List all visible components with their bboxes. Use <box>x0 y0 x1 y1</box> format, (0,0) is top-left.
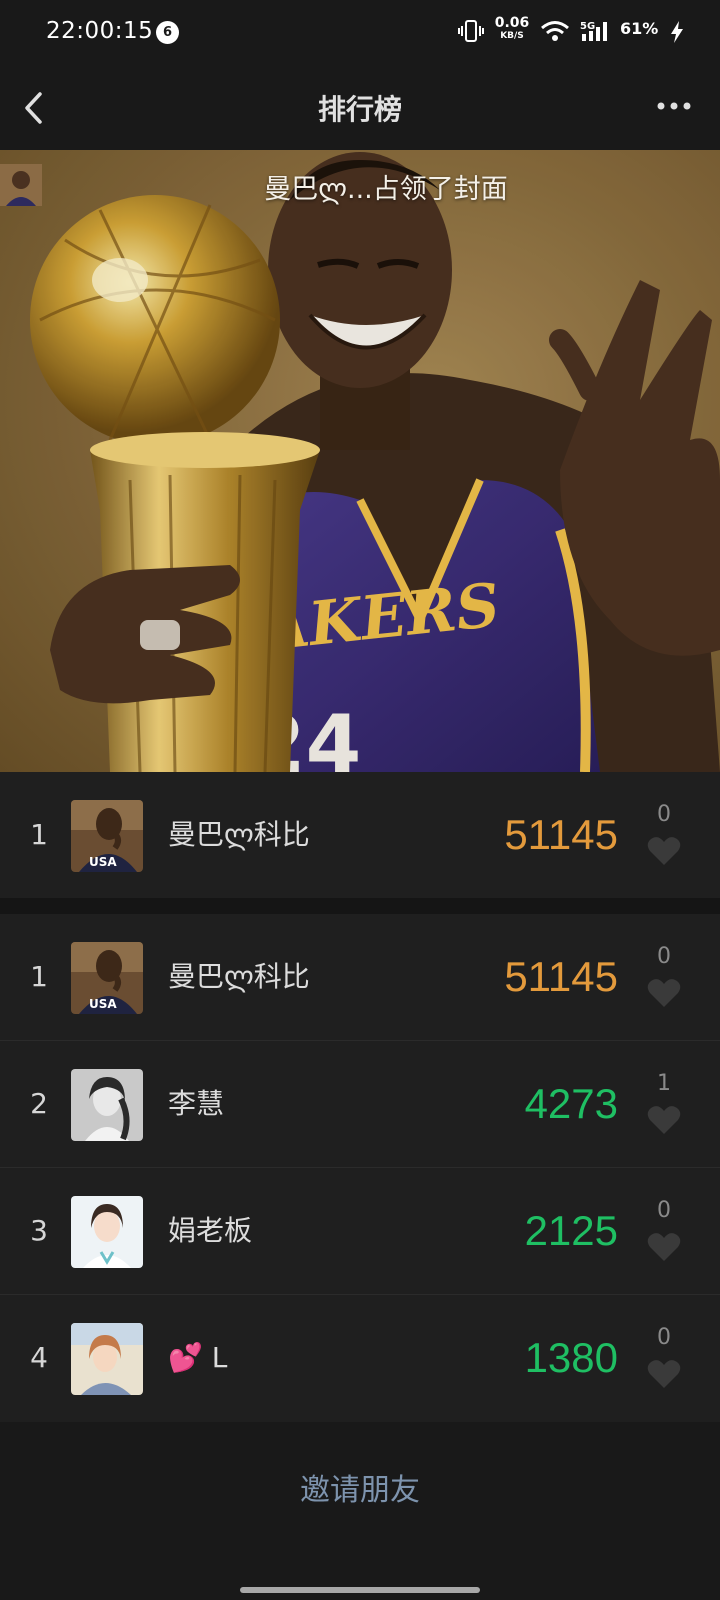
cover-image[interactable]: AKERS 24 曼巴ლ...占领了封面 <box>0 150 720 772</box>
rank-number: 3 <box>30 1214 48 1247</box>
nav-header: 排行榜 <box>0 64 720 150</box>
battery-level: 61% <box>620 19 659 38</box>
page-title: 排行榜 <box>317 93 402 126</box>
heart-icon <box>647 1233 681 1261</box>
notification-count-badge: 6 <box>156 21 179 44</box>
cover-owner-avatar <box>0 164 254 207</box>
user-name: 曼巴ლ科比 <box>168 960 310 993</box>
step-count: 51145 <box>504 811 618 858</box>
like-count: 0 <box>657 802 671 827</box>
step-count: 1380 <box>524 1334 618 1381</box>
heart-icon <box>647 979 681 1007</box>
like-button[interactable]: 0 <box>644 802 684 872</box>
heart-icon <box>647 1106 681 1134</box>
heart-icon <box>647 1360 681 1388</box>
ranking-row[interactable]: 1 USA 曼巴ლ科比 51145 0 <box>0 914 720 1041</box>
avatar[interactable] <box>71 1196 143 1268</box>
invite-friends-link[interactable]: 邀请朋友 <box>0 1465 720 1509</box>
rank-number: 4 <box>30 1341 48 1374</box>
svg-text:USA: USA <box>89 855 117 869</box>
like-button[interactable]: 0 <box>644 1198 684 1268</box>
net-speed: 0.06 KB/S <box>494 15 530 41</box>
user-name: 李慧 <box>168 1087 225 1120</box>
cover-caption: 曼巴ლ...占领了封面 <box>0 164 720 208</box>
avatar[interactable]: USA <box>71 942 143 1014</box>
rank-number: 1 <box>30 960 48 993</box>
step-count: 51145 <box>504 953 618 1000</box>
user-name: 曼巴ლ科比 <box>168 818 310 851</box>
svg-text:5G: 5G <box>580 21 595 32</box>
like-count: 0 <box>657 1198 671 1223</box>
step-count: 4273 <box>524 1080 618 1127</box>
ranking-row[interactable]: 2 李慧 4273 1 <box>0 1041 720 1168</box>
more-options-icon[interactable] <box>656 94 692 122</box>
ranking-row[interactable]: 4 💕 L 1380 0 <box>0 1295 720 1422</box>
avatar[interactable]: USA <box>71 800 143 872</box>
home-indicator[interactable] <box>240 1587 480 1593</box>
like-count: 0 <box>657 944 671 969</box>
user-name: 娟老板 <box>168 1214 253 1247</box>
ranking-list: 1 USA 曼巴ლ科比 51145 0 2 李慧 4273 1 3 娟老板 21… <box>0 914 720 1422</box>
rank-number: 1 <box>30 818 48 851</box>
charging-icon <box>670 21 684 47</box>
rank-number: 2 <box>30 1087 48 1120</box>
my-rank-row[interactable]: 1 USA 曼巴ლ科比 51145 0 <box>0 772 720 898</box>
like-count: 0 <box>657 1325 671 1350</box>
like-count: 1 <box>657 1071 671 1096</box>
step-count: 2125 <box>524 1207 618 1254</box>
like-button[interactable]: 1 <box>644 1071 684 1141</box>
section-divider <box>0 898 720 914</box>
avatar[interactable] <box>71 1069 143 1141</box>
ranking-row[interactable]: 3 娟老板 2125 0 <box>0 1168 720 1295</box>
heart-icon <box>647 837 681 865</box>
like-button[interactable]: 0 <box>644 944 684 1014</box>
cover-photo-illustration: AKERS 24 <box>0 150 720 772</box>
cover-caption-text: 曼巴ლ...占领了封面 <box>264 173 508 205</box>
avatar[interactable] <box>71 1323 143 1395</box>
vibrate-icon <box>458 19 484 47</box>
like-button[interactable]: 0 <box>644 1325 684 1395</box>
user-name: 💕 L <box>168 1341 228 1374</box>
svg-text:USA: USA <box>89 997 117 1011</box>
signal-5g-icon: 5G <box>580 19 612 47</box>
status-bar: 22:00:15 6 0.06 KB/S 5G 61% <box>0 0 720 64</box>
status-time: 22:00:15 <box>46 18 154 44</box>
wifi-icon <box>540 20 570 46</box>
